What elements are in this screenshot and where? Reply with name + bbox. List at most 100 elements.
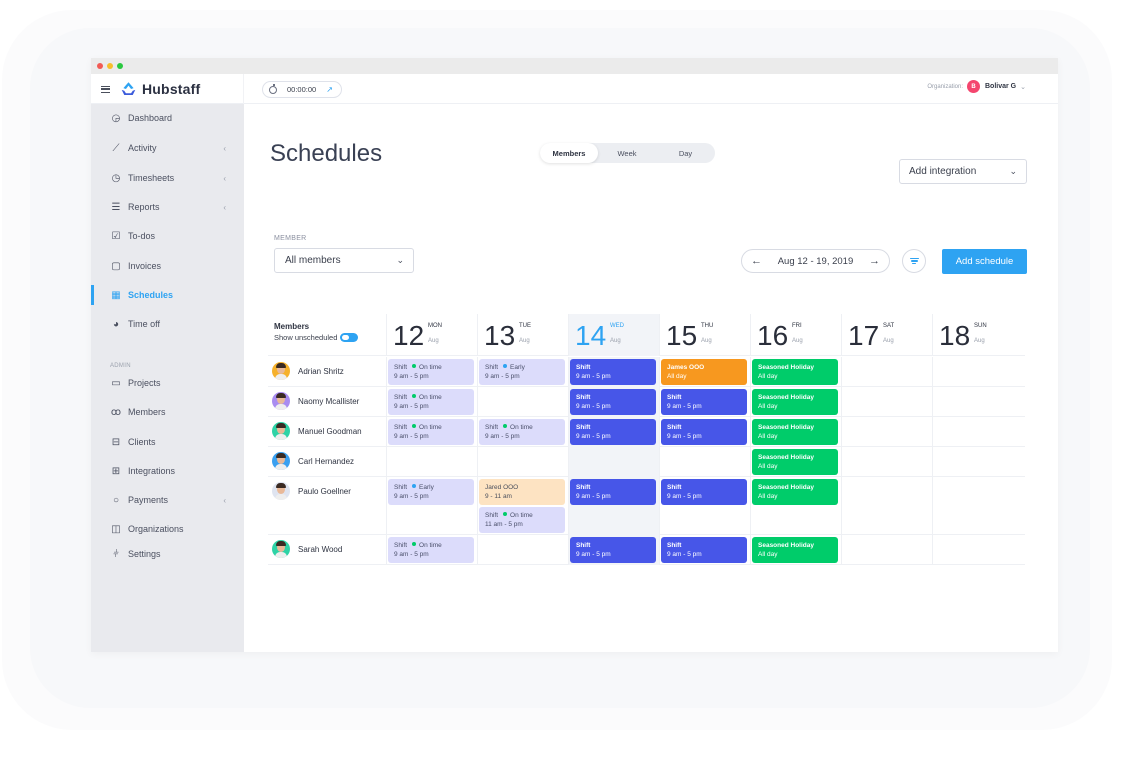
organization-switcher[interactable]: Organization: B Bolivar G ⌄ <box>927 80 1026 93</box>
schedule-cell[interactable] <box>932 387 1023 417</box>
schedule-event[interactable]: Seasoned Holiday All day <box>752 537 838 563</box>
schedule-cell[interactable] <box>932 477 1023 535</box>
schedule-event[interactable]: Seasoned Holiday All day <box>752 419 838 445</box>
schedule-event[interactable]: Shift 9 am - 5 pm <box>570 389 656 415</box>
schedule-cell[interactable] <box>932 357 1023 387</box>
add-schedule-button[interactable]: Add schedule <box>942 249 1027 274</box>
org-label: Organization: <box>927 83 963 90</box>
schedule-event[interactable]: Shift 9 am - 5 pm <box>661 389 747 415</box>
day-header-wed[interactable]: 14 WED Aug <box>568 314 659 356</box>
schedule-cell[interactable] <box>841 447 932 477</box>
schedule-event[interactable]: Shift 9 am - 5 pm <box>661 537 747 563</box>
schedule-cell[interactable] <box>477 535 568 565</box>
schedule-event[interactable]: Shift 9 am - 5 pm <box>661 479 747 505</box>
open-timer-icon[interactable]: ↗ <box>326 85 333 94</box>
schedule-event[interactable]: Shift 9 am - 5 pm <box>570 479 656 505</box>
sidebar-item-clients[interactable]: ⊟ Clients <box>91 432 244 452</box>
schedule-event[interactable]: Shift On time 9 am - 5 pm <box>388 419 474 445</box>
event-time: All day <box>758 373 778 380</box>
schedule-event[interactable]: Shift 9 am - 5 pm <box>570 359 656 385</box>
day-header-sat[interactable]: 17 SAT Aug <box>841 314 932 356</box>
schedule-event[interactable]: Shift 9 am - 5 pm <box>570 537 656 563</box>
schedule-event[interactable]: Shift 9 am - 5 pm <box>661 419 747 445</box>
schedule-cell[interactable] <box>568 447 659 477</box>
schedule-event[interactable]: Seasoned Holiday All day <box>752 449 838 475</box>
close-window-dot[interactable] <box>97 63 103 69</box>
hamburger-menu-icon[interactable] <box>101 85 110 93</box>
schedule-cell[interactable] <box>841 357 932 387</box>
sidebar-item-invoices[interactable]: ▢ Invoices <box>91 256 244 276</box>
next-week-arrow-icon[interactable]: → <box>869 255 880 267</box>
sidebar-item-to-dos[interactable]: ☑ To-dos <box>91 226 244 246</box>
schedule-event[interactable]: Seasoned Holiday All day <box>752 479 838 505</box>
add-integration-select[interactable]: Add integration ⌄ <box>899 159 1027 184</box>
schedule-event[interactable]: Shift On time 9 am - 5 pm <box>479 419 565 445</box>
sidebar-item-reports[interactable]: ☰ Reports ‹ <box>91 197 244 217</box>
sidebar-item-schedules[interactable]: ▦ Schedules <box>91 285 244 305</box>
schedule-cell[interactable] <box>841 417 932 447</box>
event-title: Seasoned Holiday <box>758 484 814 491</box>
tab-members[interactable]: Members <box>540 143 598 163</box>
schedule-event[interactable]: Shift On time 11 am - 5 pm <box>479 507 565 533</box>
sidebar-item-activity[interactable]: ⟋ Activity ‹ <box>91 138 244 158</box>
minimize-window-dot[interactable] <box>107 63 113 69</box>
day-header-thu[interactable]: 15 THU Aug <box>659 314 750 356</box>
day-header-fri[interactable]: 16 FRI Aug <box>750 314 841 356</box>
org-avatar: B <box>967 80 980 93</box>
schedule-cell[interactable] <box>659 447 750 477</box>
timer-widget[interactable]: 00:00:00 ↗ <box>262 81 342 98</box>
sort-filter-button[interactable] <box>902 249 926 273</box>
day-header-mon[interactable]: 12 MON Aug <box>386 314 477 356</box>
member-info[interactable]: Manuel Goodman <box>272 422 362 440</box>
day-header-tue[interactable]: 13 TUE Aug <box>477 314 568 356</box>
schedule-event[interactable]: James OOO All day <box>661 359 747 385</box>
schedule-event[interactable]: Shift On time 9 am - 5 pm <box>388 537 474 563</box>
schedule-cell[interactable] <box>932 447 1023 477</box>
member-info[interactable]: Carl Hernandez <box>272 452 354 470</box>
schedule-event[interactable]: Shift Early 9 am - 5 pm <box>479 359 565 385</box>
schedule-event[interactable]: Shift On time 9 am - 5 pm <box>388 359 474 385</box>
schedule-cell[interactable] <box>477 387 568 417</box>
show-unscheduled-toggle[interactable] <box>340 333 359 342</box>
date-range-value[interactable]: Aug 12 - 19, 2019 <box>778 256 854 267</box>
previous-week-arrow-icon[interactable]: ← <box>751 255 762 267</box>
tab-day[interactable]: Day <box>656 143 715 163</box>
schedule-cell[interactable] <box>841 535 932 565</box>
schedule-event[interactable]: Jared OOO 9 - 11 am <box>479 479 565 505</box>
sidebar-item-payments[interactable]: ○ Payments ‹ <box>91 490 244 510</box>
schedule-event[interactable]: Shift On time 9 am - 5 pm <box>388 389 474 415</box>
maximize-window-dot[interactable] <box>117 63 123 69</box>
schedule-cell[interactable] <box>386 447 477 477</box>
sidebar-item-timesheets[interactable]: ◷ Timesheets ‹ <box>91 168 244 188</box>
day-header-sun[interactable]: 18 SUN Aug <box>932 314 1023 356</box>
schedule-event[interactable]: Seasoned Holiday All day <box>752 389 838 415</box>
sidebar-item-members[interactable]: ꝏ Members <box>91 402 244 422</box>
schedule-cell[interactable] <box>841 477 932 535</box>
event-time: 9 am - 5 pm <box>667 433 702 440</box>
member-info[interactable]: Adrian Shritz <box>272 362 344 380</box>
schedule-event[interactable]: Seasoned Holiday All day <box>752 359 838 385</box>
schedule-cell[interactable] <box>932 417 1023 447</box>
sidebar-item-time-off[interactable]: ◕ Time off <box>91 314 244 334</box>
sidebar-item-settings[interactable]: ⫩ Settings <box>91 544 244 564</box>
invoice-icon: ▢ <box>111 260 121 272</box>
day-name: FRI <box>792 323 802 329</box>
member-info[interactable]: Paulo Goellner <box>272 482 351 500</box>
schedule-cell[interactable] <box>932 535 1023 565</box>
schedule-event[interactable]: Shift Early 9 am - 5 pm <box>388 479 474 505</box>
member-info[interactable]: Naomy Mcallister <box>272 392 359 410</box>
event-status-label: Early <box>510 364 525 371</box>
sidebar-item-integrations[interactable]: ⊞ Integrations <box>91 461 244 481</box>
event-title: Shift <box>394 484 408 491</box>
sidebar-item-projects[interactable]: ▭ Projects <box>91 373 244 393</box>
tab-week[interactable]: Week <box>598 143 656 163</box>
grid-header: Members Show unscheduled 12 MON Aug 13 TUE Au… <box>268 314 1025 356</box>
event-status: On time <box>412 423 442 432</box>
schedule-event[interactable]: Shift 9 am - 5 pm <box>570 419 656 445</box>
schedule-cell[interactable] <box>841 387 932 417</box>
member-select[interactable]: All members ⌄ <box>274 248 414 273</box>
sidebar-item-dashboard[interactable]: ◶ Dashboard <box>91 108 244 128</box>
schedule-cell[interactable] <box>477 447 568 477</box>
member-info[interactable]: Sarah Wood <box>272 540 342 558</box>
sidebar-item-organizations[interactable]: ◫ Organizations <box>91 519 244 539</box>
